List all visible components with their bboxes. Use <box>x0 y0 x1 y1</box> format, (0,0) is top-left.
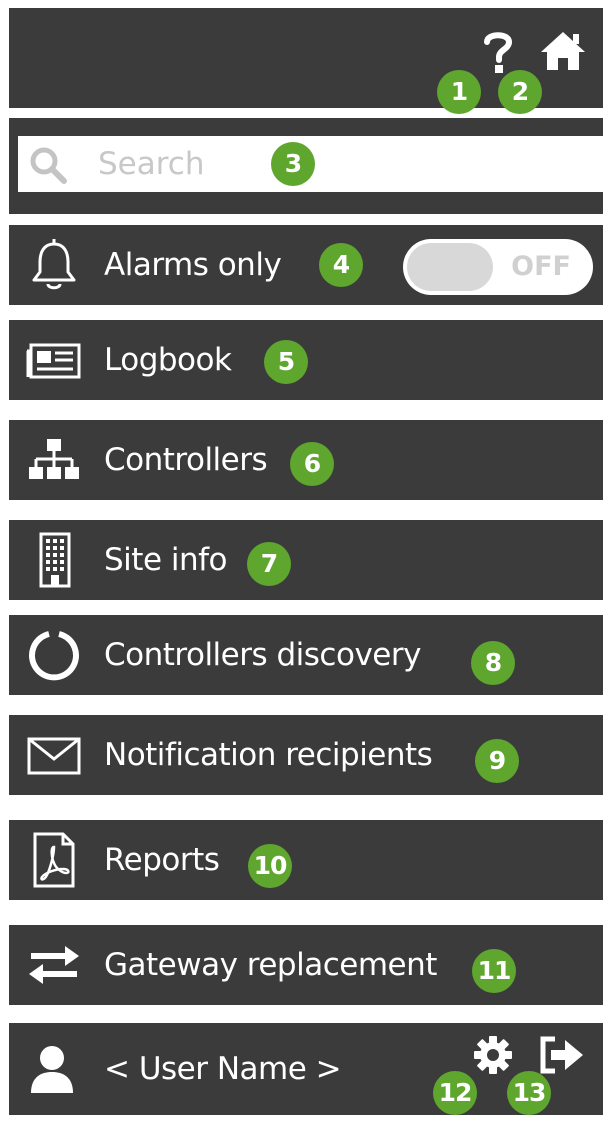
user-name: < User Name > <box>104 1051 342 1087</box>
badge-6: 6 <box>290 442 334 486</box>
toggle-knob <box>407 243 493 291</box>
badge-2: 2 <box>498 70 542 114</box>
user-avatar-icon[interactable] <box>27 1043 77 1095</box>
menu-item-reports[interactable]: Reports 10 <box>9 820 603 900</box>
alarms-only-label: Alarms only <box>104 247 282 283</box>
badge-10: 10 <box>248 844 292 888</box>
user-bar: < User Name > 12 13 <box>9 1023 603 1115</box>
bell-icon <box>25 236 83 294</box>
loading-ring-icon <box>25 626 83 684</box>
search-input[interactable] <box>98 136 258 192</box>
menu-item-controllers[interactable]: Controllers 6 <box>9 420 603 500</box>
menu-item-notification-recipients[interactable]: Notification recipients 9 <box>9 715 603 795</box>
building-icon <box>25 531 83 589</box>
badge-4: 4 <box>319 243 363 287</box>
search-box[interactable]: 3 <box>18 136 603 192</box>
swap-arrows-icon <box>25 936 83 994</box>
badge-9: 9 <box>475 739 519 783</box>
notification-recipients-label: Notification recipients <box>104 737 433 773</box>
menu-item-logbook[interactable]: Logbook 5 <box>9 320 603 400</box>
question-mark-icon[interactable] <box>483 30 513 74</box>
badge-8: 8 <box>471 641 515 685</box>
badge-3: 3 <box>271 142 315 186</box>
logbook-label: Logbook <box>104 342 232 378</box>
badge-11: 11 <box>472 949 516 993</box>
badge-7: 7 <box>247 542 291 586</box>
menu-item-gateway-replacement[interactable]: Gateway replacement 11 <box>9 925 603 1005</box>
top-bar: 1 2 <box>9 8 603 114</box>
badge-5: 5 <box>264 340 308 384</box>
gear-icon[interactable] <box>473 1035 513 1075</box>
badge-13: 13 <box>507 1071 551 1115</box>
pdf-document-icon <box>25 831 83 889</box>
search-icon <box>28 145 68 185</box>
envelope-icon <box>25 726 83 784</box>
search-section: 3 <box>9 118 603 214</box>
controllers-discovery-label: Controllers discovery <box>104 637 421 673</box>
home-icon[interactable] <box>539 30 587 72</box>
newspaper-icon <box>25 331 83 389</box>
toggle-state: OFF <box>511 251 571 282</box>
network-hierarchy-icon <box>25 431 83 489</box>
gateway-replacement-label: Gateway replacement <box>104 947 437 983</box>
menu-item-controllers-discovery[interactable]: Controllers discovery 8 <box>9 615 603 695</box>
badge-1: 1 <box>437 70 481 114</box>
reports-label: Reports <box>104 842 220 878</box>
badge-12: 12 <box>433 1071 477 1115</box>
site-info-label: Site info <box>104 542 228 578</box>
menu-item-site-info[interactable]: Site info 7 <box>9 520 603 600</box>
alarms-toggle[interactable]: OFF <box>403 239 593 295</box>
alarms-only-row[interactable]: Alarms only 4 OFF <box>9 225 603 305</box>
controllers-label: Controllers <box>104 442 268 478</box>
logout-icon[interactable] <box>537 1035 585 1075</box>
